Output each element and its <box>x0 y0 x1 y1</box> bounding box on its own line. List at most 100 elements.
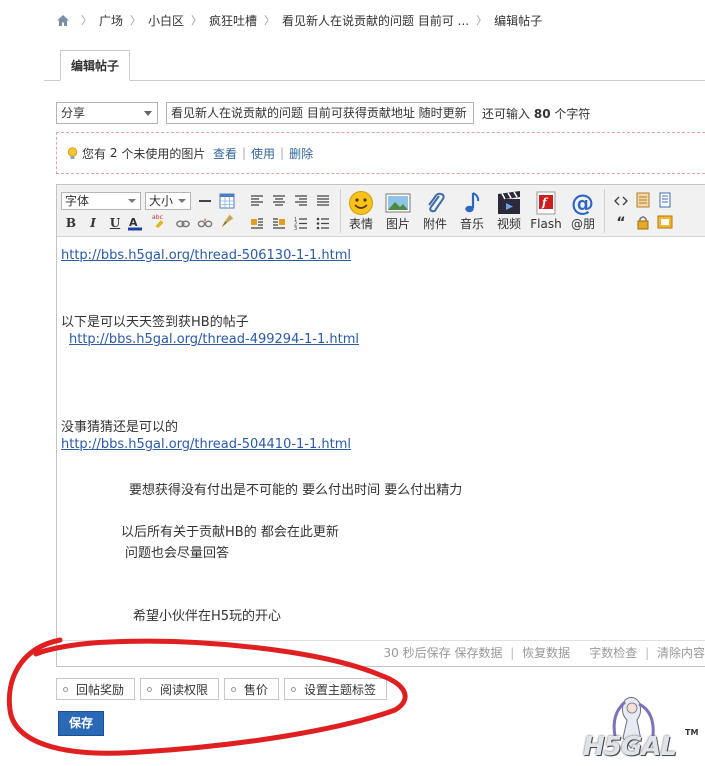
editor-status-bar: 30 秒后保存 保存数据 | 恢复数据 字数检查 | 清除内容 <box>57 640 705 666</box>
flash-button[interactable]: f Flash <box>529 190 563 236</box>
content-link[interactable]: http://bbs.h5gal.org/thread-506130-1-1.h… <box>61 248 351 263</box>
char-count-suffix: 个字符 <box>554 106 591 121</box>
breadcrumb-item-current: 编辑帖子 <box>494 13 543 28</box>
italic-button[interactable]: I <box>85 215 101 231</box>
restore-data-link[interactable]: 恢复数据 <box>522 646 570 660</box>
price-option[interactable]: 售价 <box>224 678 280 700</box>
images-notice-suffix: 个未使用的图片 <box>121 146 206 161</box>
content-text: 以下是可以天天签到获HB的帖子 <box>61 315 249 330</box>
read-permission-option[interactable]: 阅读权限 <box>140 678 220 700</box>
ordered-list-icon[interactable]: 123 <box>293 215 309 231</box>
breadcrumb-item-plaza[interactable]: 广场 <box>99 12 123 29</box>
align-center-icon[interactable] <box>271 193 287 209</box>
clear-content-link[interactable]: 清除内容 <box>657 646 705 660</box>
horizontal-rule-icon[interactable] <box>197 193 213 209</box>
svg-text:@: @ <box>571 191 594 216</box>
logo-text: H5GAL <box>583 732 677 762</box>
emoji-button[interactable]: 表情 <box>344 190 378 236</box>
reply-reward-option[interactable]: 回帖奖励 <box>56 678 136 700</box>
music-button[interactable]: 音乐 <box>455 190 489 236</box>
save-data-link[interactable]: 保存数据 <box>454 646 502 660</box>
image-button[interactable]: 图片 <box>381 190 415 236</box>
code-icon[interactable] <box>613 193 629 209</box>
category-value: 分享 <box>61 106 86 120</box>
chevron-right-icon: 〉 <box>264 14 276 27</box>
images-notice-count: 2 <box>109 146 118 160</box>
font-size-select[interactable]: 大小 <box>145 192 191 210</box>
float-left-icon[interactable] <box>249 215 265 231</box>
password-icon[interactable] <box>657 214 673 230</box>
char-count: 还可输入 80 个字符 <box>482 105 590 122</box>
link-icon[interactable] <box>175 215 191 231</box>
align-left-icon[interactable] <box>249 193 265 209</box>
table-icon[interactable] <box>219 193 235 209</box>
divider: | <box>280 146 285 160</box>
align-justify-icon[interactable] <box>315 193 331 209</box>
bold-button[interactable]: B <box>63 215 79 231</box>
view-images-link[interactable]: 查看 <box>213 145 237 162</box>
breadcrumb-item-thread[interactable]: 看见新人在说贡献的问题 目前可 ... <box>282 12 469 29</box>
delete-images-link[interactable]: 删除 <box>289 145 313 162</box>
bullet-icon <box>63 686 68 692</box>
free-content-icon[interactable] <box>635 192 651 208</box>
font-size-value: 大小 <box>149 194 174 208</box>
editor-toolbar: 字体 大小 B I U A abc 1 2 3 表情 图片 附件 音乐 视频 f… <box>57 185 705 237</box>
chevron-down-icon <box>128 199 136 203</box>
chevron-right-icon: 〉 <box>476 14 488 27</box>
chevron-down-icon <box>178 199 186 203</box>
lightbulb-icon <box>67 146 78 159</box>
h5gal-logo: H5GAL TM <box>575 692 705 766</box>
content-text: 以后所有关于贡献HB的 都会在此更新 <box>121 525 339 540</box>
content-link[interactable]: http://bbs.h5gal.org/thread-504410-1-1.h… <box>61 437 351 452</box>
title-row: 分享 看见新人在说贡献的问题 目前可获得贡献地址 随时更新 还可输入 80 个字… <box>56 102 590 124</box>
page-break-icon[interactable] <box>657 192 673 208</box>
unlink-icon[interactable] <box>197 215 213 231</box>
home-icon[interactable] <box>56 14 70 27</box>
char-count-value: 80 <box>533 106 551 121</box>
post-options: 回帖奖励 阅读权限 售价 设置主题标签 <box>56 678 392 700</box>
underline-button[interactable]: U <box>107 215 123 231</box>
chevron-right-icon: 〉 <box>191 14 203 27</box>
chevron-right-icon: 〉 <box>130 14 142 27</box>
picture-icon <box>385 193 411 213</box>
use-images-link[interactable]: 使用 <box>251 145 275 162</box>
content-text: 希望小伙伴在H5玩的开心 <box>133 609 282 624</box>
quote-icon[interactable]: “ <box>613 215 629 231</box>
align-right-icon[interactable] <box>293 193 309 209</box>
autosave-countdown: 30 秒后保存 <box>383 646 451 660</box>
topic-tags-option[interactable]: 设置主题标签 <box>284 678 388 700</box>
hidden-content-icon[interactable] <box>635 214 651 230</box>
flash-icon: f <box>536 191 556 215</box>
emoji-label: 表情 <box>348 217 373 231</box>
save-button[interactable]: 保存 <box>58 711 104 736</box>
trademark: TM <box>685 728 699 737</box>
clear-format-icon[interactable] <box>219 213 235 229</box>
read-permission-label: 阅读权限 <box>160 682 209 697</box>
chevron-down-icon <box>144 111 152 116</box>
smiley-icon <box>349 191 373 215</box>
video-button[interactable]: 视频 <box>492 190 526 236</box>
breadcrumb-item-rant[interactable]: 疯狂吐槽 <box>209 12 257 29</box>
film-clapper-icon <box>498 191 520 214</box>
float-right-icon[interactable] <box>271 215 287 231</box>
unordered-list-icon[interactable] <box>315 215 331 231</box>
font-family-select[interactable]: 字体 <box>61 192 141 210</box>
attachment-button[interactable]: 附件 <box>418 190 452 236</box>
svg-text:abc: abc <box>152 214 164 221</box>
word-check-link[interactable]: 字数检查 <box>589 646 637 660</box>
mention-label: @朋 <box>570 217 595 231</box>
content-link[interactable]: http://bbs.h5gal.org/thread-499294-1-1.h… <box>69 332 359 347</box>
divider: | <box>241 146 247 160</box>
background-color-icon[interactable]: abc <box>151 213 167 229</box>
at-sign-icon: @ <box>571 191 594 216</box>
font-color-icon[interactable]: A <box>127 215 143 231</box>
mention-button[interactable]: @ @朋 <box>566 190 600 236</box>
breadcrumb-item-newbie[interactable]: 小白区 <box>148 12 184 29</box>
title-input[interactable]: 看见新人在说贡献的问题 目前可获得贡献地址 随时更新 <box>166 102 474 124</box>
content-text: 问题也会尽量回答 <box>125 546 230 561</box>
category-select[interactable]: 分享 <box>56 102 158 124</box>
editor-content[interactable]: http://bbs.h5gal.org/thread-506130-1-1.h… <box>57 238 705 642</box>
tab-edit-post[interactable]: 编辑帖子 <box>60 50 131 81</box>
svg-text:A: A <box>129 216 138 229</box>
bullet-icon <box>291 686 297 692</box>
